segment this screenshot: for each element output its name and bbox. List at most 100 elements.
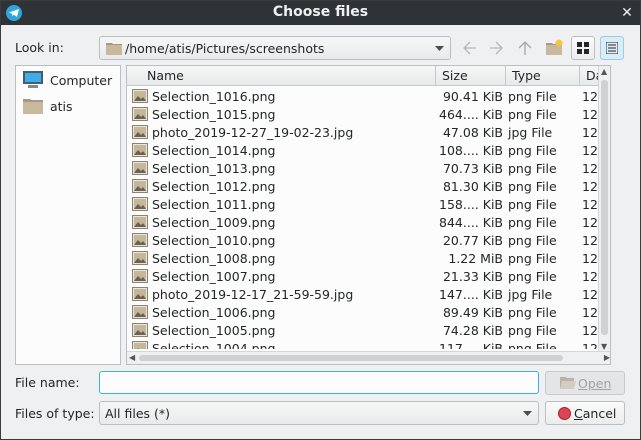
new-folder-icon <box>546 39 563 55</box>
file-type: png File <box>508 89 557 104</box>
file-date: 12/2 <box>582 161 599 176</box>
file-date: 12/1 <box>582 269 599 284</box>
file-type: png File <box>508 269 557 284</box>
file-list[interactable]: Name Size Type Date Selection_1016.png 90… <box>126 65 611 365</box>
file-date: 12/2 <box>582 143 599 158</box>
file-list-header: Name Size Type Date <box>127 66 610 86</box>
file-type: png File <box>508 107 557 122</box>
file-size: 158.... KiB <box>439 197 503 212</box>
image-file-icon <box>132 233 148 247</box>
detail-view-icon <box>606 42 618 54</box>
file-name: Selection_1010.png <box>152 233 276 248</box>
sidebar-item-label: atis <box>50 99 73 114</box>
look-in-label: Look in: <box>15 40 64 55</box>
file-size: 844.... KiB <box>439 215 503 230</box>
file-size: 89.49 KiB <box>442 305 503 320</box>
file-date: 12/1 <box>582 323 599 338</box>
table-row[interactable]: Selection_1006.png 89.49 KiB png File 12/1 <box>127 303 599 321</box>
column-header-type[interactable]: Type <box>506 66 580 86</box>
table-row[interactable]: Selection_1008.png 1.22 MiB png File 12/1 <box>127 249 599 267</box>
table-row[interactable]: Selection_1007.png 21.33 KiB png File 12/1 <box>127 267 599 285</box>
file-type: png File <box>508 305 557 320</box>
look-in-combobox[interactable]: /home/atis/Pictures/screenshots <box>99 36 451 60</box>
file-date: 12/1 <box>582 305 599 320</box>
table-row[interactable]: Selection_1010.png 20.77 KiB png File 12/1 <box>127 231 599 249</box>
file-type: jpg File <box>508 125 553 140</box>
vertical-scrollbar[interactable]: ▲ ▼ <box>598 66 610 352</box>
files-of-type-label: Files of type: <box>15 406 95 421</box>
table-row[interactable]: Selection_1004.png 117.... KiB png File 12/… <box>127 339 599 349</box>
parent-directory-icon <box>518 41 532 55</box>
file-type: jpg File <box>508 287 553 302</box>
column-header-size[interactable]: Size <box>436 66 506 86</box>
forward-icon <box>490 41 503 55</box>
parent-directory-button[interactable] <box>513 36 537 60</box>
table-row[interactable]: Selection_1012.png 81.30 KiB png File 12/2 <box>127 177 599 195</box>
window-title: Choose files <box>272 4 369 20</box>
file-date: 12/2 <box>582 179 599 194</box>
file-name: Selection_1009.png <box>152 215 276 230</box>
scroll-up-icon[interactable]: ▲ <box>601 67 607 76</box>
forward-button[interactable] <box>485 36 509 60</box>
file-size: 464.... KiB <box>439 107 503 122</box>
scroll-left-icon[interactable]: ◀ <box>129 353 135 362</box>
icon-view-button[interactable] <box>571 36 595 60</box>
image-file-icon <box>132 269 148 283</box>
file-name: Selection_1004.png <box>152 341 276 349</box>
table-row[interactable]: Selection_1011.png 158.... KiB png File 12/… <box>127 195 599 213</box>
table-row[interactable]: photo_2019-12-17_21-59-59.jpg 147.... KiB… <box>127 285 599 303</box>
file-size: 20.77 KiB <box>442 233 503 248</box>
file-name: Selection_1005.png <box>152 323 276 338</box>
table-row[interactable]: Selection_1014.png 108.... KiB png File 12/… <box>127 141 599 159</box>
sidebar-item-computer[interactable]: Computer <box>20 69 118 91</box>
table-row[interactable]: Selection_1016.png 90.41 KiB png File 12/30 <box>127 87 599 105</box>
file-name: Selection_1006.png <box>152 305 276 320</box>
file-name: Selection_1008.png <box>152 251 276 266</box>
files-of-type-combobox[interactable]: All files (*) <box>99 401 539 425</box>
table-row[interactable]: Selection_1005.png 74.28 KiB png File 12/1 <box>127 321 599 339</box>
detail-view-button[interactable] <box>600 36 624 60</box>
sidebar-item-label: Computer <box>50 73 113 88</box>
scroll-right-icon[interactable]: ▶ <box>604 353 610 362</box>
file-name-label: File name: <box>15 375 80 390</box>
file-size: 74.28 KiB <box>442 323 503 338</box>
file-size: 81.30 KiB <box>442 179 503 194</box>
image-file-icon <box>132 143 148 157</box>
table-row[interactable]: Selection_1015.png 464.... KiB png File 12/… <box>127 105 599 123</box>
back-button[interactable] <box>457 36 481 60</box>
file-type: png File <box>508 251 557 266</box>
image-file-icon <box>132 215 148 229</box>
icon-view-icon <box>577 42 589 54</box>
file-date: 12/1 <box>582 341 599 349</box>
table-row[interactable]: photo_2019-12-27_19-02-23.jpg 47.08 KiB jp… <box>127 123 599 141</box>
file-type: png File <box>508 215 557 230</box>
image-file-icon <box>132 179 148 193</box>
open-button[interactable]: Open <box>545 371 625 395</box>
table-row[interactable]: Selection_1009.png 844.... KiB png File 12/… <box>127 213 599 231</box>
table-row[interactable]: Selection_1013.png 70.73 KiB png File 12/2 <box>127 159 599 177</box>
file-dialog: Choose files ✕ Look in: /home/atis/Pictu… <box>0 0 641 440</box>
file-name: photo_2019-12-27_19-02-23.jpg <box>152 125 354 140</box>
sidebar-item-atis[interactable]: atis <box>20 95 118 117</box>
file-size: 117.... KiB <box>439 341 503 349</box>
new-folder-button[interactable] <box>542 36 566 60</box>
vertical-scroll-thumb[interactable] <box>601 80 608 335</box>
column-header-name[interactable]: Name <box>127 66 436 86</box>
title-bar[interactable]: Choose files ✕ <box>1 1 640 25</box>
image-file-icon <box>132 251 148 265</box>
file-type: png File <box>508 341 557 349</box>
chevron-down-icon <box>523 411 532 416</box>
file-name: photo_2019-12-17_21-59-59.jpg <box>152 287 354 302</box>
image-file-icon <box>132 305 148 319</box>
horizontal-scrollbar[interactable]: ◀ ▶ <box>127 351 610 364</box>
file-size: 147.... KiB <box>439 287 503 302</box>
file-name-field[interactable] <box>99 371 539 394</box>
open-button-label: Open <box>578 376 612 391</box>
horizontal-scroll-thumb[interactable] <box>139 355 563 361</box>
scroll-down-icon[interactable]: ▼ <box>601 342 607 351</box>
image-file-icon <box>132 161 148 175</box>
cancel-button[interactable]: Cancel <box>545 401 625 425</box>
close-icon[interactable]: ✕ <box>618 4 636 22</box>
places-sidebar: Computer atis <box>15 65 121 365</box>
computer-icon <box>23 71 43 88</box>
